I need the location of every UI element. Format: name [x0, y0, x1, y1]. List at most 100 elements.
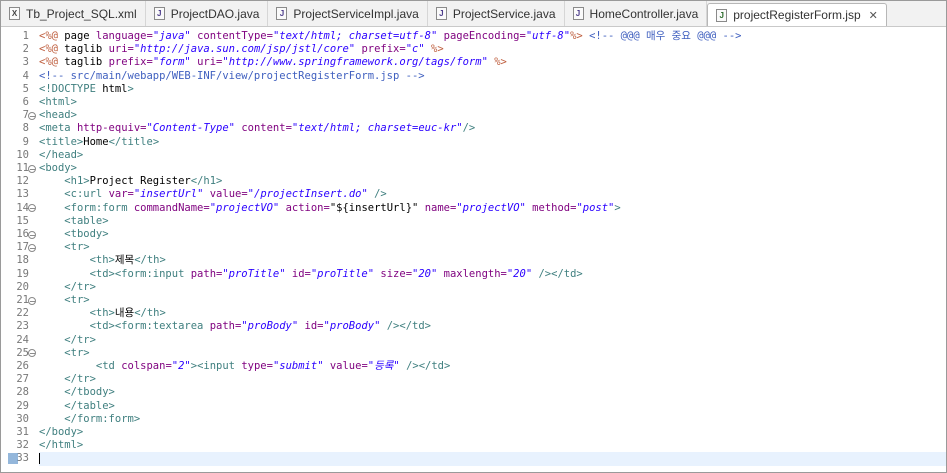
code-area[interactable]: <%@ page language="java" contentType="te…	[39, 27, 946, 472]
code-line[interactable]	[39, 452, 946, 466]
tab-projectdao-java[interactable]: J ProjectDAO.java	[146, 1, 269, 26]
tab-projectserviceimpl-java[interactable]: J ProjectServiceImpl.java	[268, 1, 428, 26]
java-file-icon: J	[572, 7, 584, 20]
java-file-icon: J	[153, 7, 165, 20]
code-token: %>	[570, 30, 583, 42]
code-line[interactable]: <!DOCTYPE html>	[39, 83, 946, 96]
fold-toggle-icon[interactable]: −	[28, 296, 36, 305]
code-line[interactable]: <tr>	[39, 241, 946, 254]
code-token: "c"	[405, 43, 425, 56]
tab-tb-project-sql-xml[interactable]: X Tb_Project_SQL.xml	[1, 1, 146, 26]
line-number: 7	[22, 109, 29, 122]
code-token: <th>	[89, 254, 115, 267]
code-line[interactable]: <table>	[39, 215, 946, 228]
code-token: </tr>	[64, 373, 96, 386]
line-number: 25	[16, 346, 29, 359]
jsp-file-icon: J	[716, 8, 728, 22]
line-number: 8	[22, 122, 29, 135]
code-line[interactable]: </tr>	[39, 334, 946, 347]
code-line[interactable]: <td colspan="2"><input type="submit" val…	[39, 360, 946, 373]
code-editor[interactable]: <%@ page language="java" contentType="te…	[1, 27, 946, 472]
code-token: "proBody"	[323, 320, 381, 333]
code-token: size=	[380, 267, 413, 280]
code-line[interactable]: </head>	[39, 149, 946, 162]
code-line[interactable]: </tr>	[39, 373, 946, 386]
line-number: 24	[16, 333, 29, 346]
line-number: 10	[16, 148, 29, 161]
code-token: id=	[291, 267, 311, 280]
code-token: 제목	[114, 254, 135, 267]
code-token: "projectVO"	[209, 201, 280, 214]
code-line[interactable]: <td><form:input path="proTitle" id="proT…	[39, 268, 946, 281]
code-token: "${insertUrl}"	[329, 201, 419, 214]
line-number: 23	[16, 320, 29, 333]
line-number: 15	[16, 214, 29, 227]
code-line[interactable]: <%@ taglib uri="http://java.sun.com/jsp/…	[39, 43, 946, 56]
code-line[interactable]: <meta http-equiv="Content-Type" content=…	[39, 122, 946, 135]
code-line[interactable]: </body>	[39, 426, 946, 439]
code-line[interactable]: <title>Home</title>	[39, 136, 946, 149]
code-line[interactable]: <tbody>	[39, 228, 946, 241]
code-token: </tr>	[64, 280, 96, 293]
code-line[interactable]: <tr>	[39, 347, 946, 360]
code-line[interactable]: </table>	[39, 400, 946, 413]
code-token: "20"	[412, 267, 438, 280]
code-line[interactable]: </tr>	[39, 281, 946, 294]
code-token: colspan=	[121, 360, 172, 372]
code-token: "text/html; charset=utf-8"	[272, 30, 438, 42]
code-line[interactable]: <head>	[39, 109, 946, 122]
code-token: "insertUrl"	[133, 188, 204, 201]
tab-homecontroller-java[interactable]: J HomeController.java	[565, 1, 708, 26]
code-line[interactable]: <th>내용</th>	[39, 307, 946, 320]
code-token: >	[614, 201, 621, 214]
line-number: 3	[22, 56, 29, 69]
close-tab-icon[interactable]: ✕	[869, 9, 878, 22]
code-line[interactable]: <th>제목</th>	[39, 254, 946, 267]
fold-toggle-icon[interactable]: −	[28, 230, 36, 239]
code-token: <tr>	[64, 346, 90, 359]
code-line[interactable]: <h1>Project Register</h1>	[39, 175, 946, 188]
fold-toggle-icon[interactable]: −	[28, 204, 36, 213]
code-token: <tr>	[64, 241, 90, 254]
code-token: "Content-Type"	[146, 122, 235, 135]
code-token: type=	[241, 360, 273, 372]
fold-toggle-icon[interactable]: −	[28, 243, 36, 252]
code-line[interactable]: <%@ taglib prefix="form" uri="http://www…	[39, 56, 946, 69]
code-token: <body>	[39, 162, 77, 174]
code-line[interactable]: <td><form:textarea path="proBody" id="pr…	[39, 320, 946, 333]
line-number: 17	[16, 241, 29, 254]
code-token: uri=	[108, 43, 134, 56]
code-line[interactable]: <body>	[39, 162, 946, 175]
code-line[interactable]: </tbody>	[39, 386, 946, 399]
code-token: maxlength=	[443, 267, 507, 280]
code-line[interactable]: </html>	[39, 439, 946, 452]
code-token: var=	[108, 188, 134, 201]
fold-toggle-icon[interactable]: −	[28, 164, 36, 173]
tab-projectregisterform-jsp[interactable]: JprojectRegisterForm.jsp ✕	[707, 3, 887, 26]
line-number: 20	[16, 280, 29, 293]
code-token: <h1>	[64, 175, 90, 188]
code-line[interactable]: </form:form>	[39, 413, 946, 426]
code-token: "http://java.sun.com/jsp/jstl/core"	[133, 43, 356, 56]
line-number: 11	[16, 162, 29, 174]
line-number: 21	[16, 294, 29, 306]
code-line[interactable]: <tr>	[39, 294, 946, 307]
code-line[interactable]: <html>	[39, 96, 946, 109]
fold-toggle-icon[interactable]: −	[28, 349, 36, 358]
code-line[interactable]: <!-- src/main/webapp/WEB-INF/view/projec…	[39, 70, 946, 83]
code-token: "text/html; charset=euc-kr"	[291, 122, 463, 135]
fold-toggle-icon[interactable]: −	[28, 111, 36, 120]
code-line[interactable]: <form:form commandName="projectVO" actio…	[39, 202, 946, 215]
code-token: </h1>	[190, 175, 223, 188]
code-token: http-equiv=	[76, 122, 147, 135]
code-token: "20"	[506, 267, 533, 280]
code-line[interactable]: <%@ page language="java" contentType="te…	[39, 30, 946, 43]
line-number: 29	[16, 399, 29, 412]
code-line[interactable]: <c:url var="insertUrl" value="/projectIn…	[39, 188, 946, 201]
tab-projectservice-java[interactable]: J ProjectService.java	[428, 1, 565, 26]
code-token: taglib	[64, 43, 109, 56]
code-token: "post"	[576, 201, 615, 214]
code-token: <td	[95, 360, 122, 372]
